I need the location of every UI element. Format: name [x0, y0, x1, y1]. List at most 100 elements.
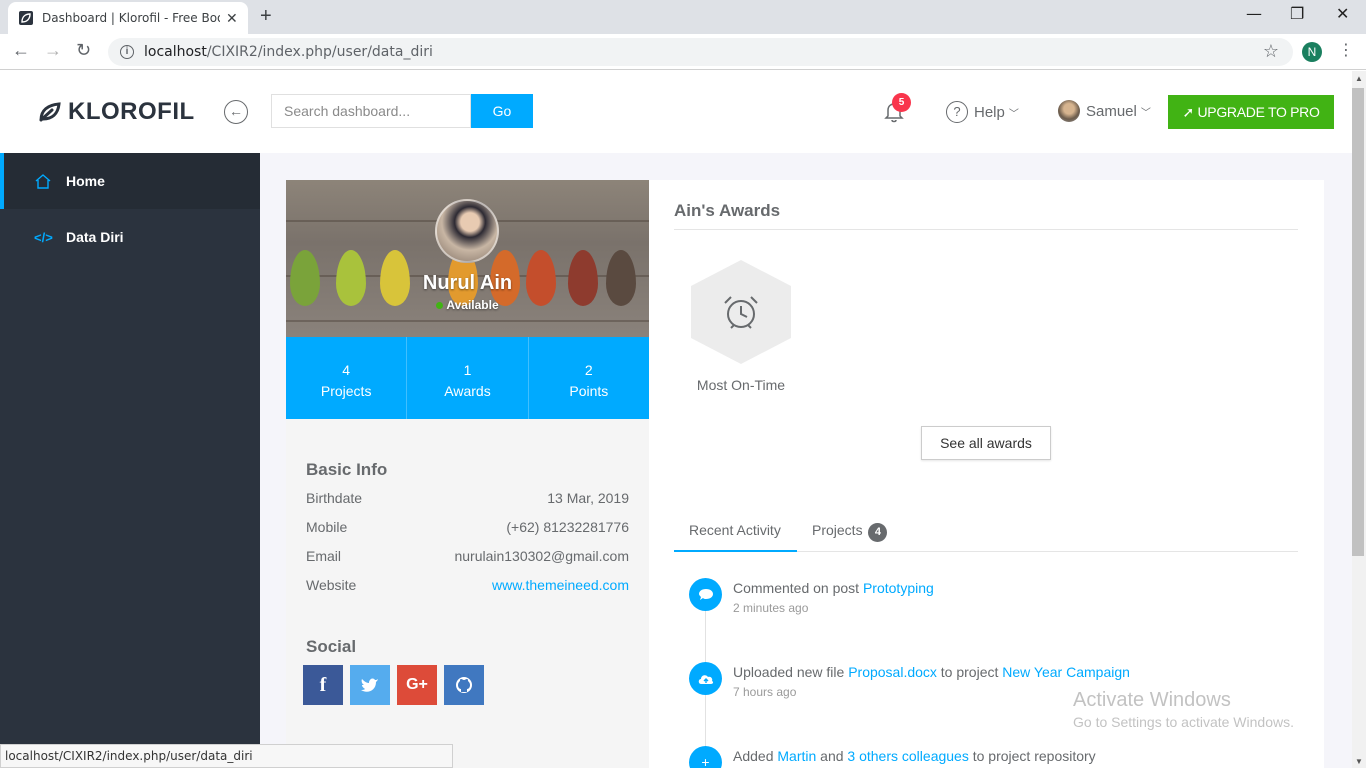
activity-link[interactable]: New Year Campaign [1002, 664, 1130, 680]
github-button[interactable] [444, 665, 484, 705]
brand-logo[interactable]: KLOROFIL [38, 98, 195, 126]
activity-link[interactable]: 3 others colleagues [847, 748, 968, 764]
url-field[interactable]: i localhost/CIXIR2/index.php/user/data_d… [108, 38, 1293, 66]
twitter-icon [361, 678, 378, 692]
user-dropdown[interactable]: Samuel ﹀ [1058, 100, 1151, 122]
tab-recent-activity[interactable]: Recent Activity [689, 522, 781, 538]
google-plus-icon: G+ [406, 676, 428, 693]
info-label: Email [306, 548, 342, 564]
code-icon: </> [34, 229, 53, 245]
award-label: Most On-Time [696, 377, 786, 393]
toggle-sidebar-arrow-icon[interactable]: ← [224, 100, 248, 124]
facebook-icon: f [319, 674, 327, 696]
leaf-logo-icon [39, 102, 61, 122]
active-tab-indicator [674, 550, 797, 552]
user-name: Samuel [1086, 102, 1137, 120]
online-status-dot [436, 302, 444, 309]
tab-projects[interactable]: Projects 4 [812, 522, 888, 542]
sidebar-item-home[interactable]: Home [0, 153, 260, 209]
cloud-upload-icon [689, 662, 722, 695]
brand-name: KLOROFIL [68, 98, 195, 125]
restore-window-icon[interactable]: ❐ [1290, 4, 1304, 23]
info-label: Website [306, 577, 357, 593]
browser-profile-avatar[interactable]: N [1302, 42, 1322, 62]
social-heading: Social [306, 637, 357, 656]
basic-info-heading: Basic Info [306, 460, 388, 479]
klorofil-favicon-icon [19, 11, 33, 25]
google-plus-button[interactable]: G+ [397, 665, 437, 705]
user-avatar [1058, 100, 1080, 122]
twitter-button[interactable] [350, 665, 390, 705]
help-label: Help [974, 103, 1005, 121]
stat-awards: 1 Awards [407, 337, 529, 419]
chevron-down-icon: ﹀ [1008, 108, 1019, 120]
back-arrow-icon[interactable]: ← [12, 40, 30, 61]
activity-link[interactable]: Proposal.docx [848, 664, 937, 680]
alarm-clock-icon [724, 296, 758, 329]
windows-activation-watermark-subtitle: Go to Settings to activate Windows. [1073, 714, 1294, 730]
activity-timestamp: 2 minutes ago [733, 601, 809, 615]
url-path: /CIXIR2/index.php/user/data_diri [206, 44, 433, 60]
info-row-birthdate: Birthdate 13 Mar, 2019 [306, 490, 629, 506]
upgrade-label: UPGRADE TO PRO [1197, 104, 1320, 120]
profile-name: Nurul Ain [422, 272, 513, 294]
comment-icon [689, 578, 722, 611]
chevron-down-icon: ﹀ [1140, 107, 1151, 119]
info-value: (+62) 81232281776 [506, 519, 629, 535]
minimize-window-icon[interactable]: — [1246, 4, 1262, 23]
help-dropdown[interactable]: ? Help ﹀ [946, 101, 1019, 123]
activity-link[interactable]: Prototyping [863, 580, 934, 596]
notification-count-badge: 5 [892, 93, 911, 112]
tab-label: Projects [812, 522, 863, 538]
activity-item-2: Uploaded new file Proposal.docx to proje… [733, 664, 1130, 680]
url-host: localhost [144, 44, 207, 60]
windows-activation-watermark-title: Activate Windows [1073, 689, 1231, 711]
activity-link[interactable]: Martin [777, 748, 816, 764]
stat-label: Points [569, 383, 609, 399]
scroll-down-arrow-icon[interactable]: ▼ [1352, 757, 1366, 766]
stat-points: 2 Points [529, 337, 649, 419]
activity-text: Added [733, 748, 778, 764]
browser-tab-strip: Dashboard | Klorofil - Free Bootstrap Da… [0, 0, 1366, 34]
browser-menu-icon[interactable]: ⋮ [1338, 40, 1354, 60]
new-tab-button[interactable]: + [260, 5, 272, 28]
see-all-awards-button[interactable]: See all awards [921, 426, 1051, 460]
github-icon [456, 677, 472, 693]
reload-icon[interactable]: ↻ [76, 40, 91, 61]
facebook-button[interactable]: f [303, 665, 343, 705]
search-go-button[interactable]: Go [471, 94, 533, 128]
site-info-icon[interactable]: i [120, 45, 134, 59]
scrollbar-thumb[interactable] [1352, 88, 1364, 556]
bookmark-star-icon[interactable]: ☆ [1263, 41, 1279, 62]
scroll-up-arrow-icon[interactable]: ▲ [1352, 74, 1366, 83]
close-window-icon[interactable]: ✕ [1336, 4, 1349, 23]
info-row-website: Website www.themeineed.com [306, 577, 629, 593]
home-icon [35, 174, 51, 189]
sidebar-item-data-diri[interactable]: </> Data Diri [0, 209, 260, 265]
info-row-mobile: Mobile (+62) 81232281776 [306, 519, 629, 535]
forward-arrow-icon[interactable]: → [44, 40, 62, 61]
profile-status: Available [286, 298, 649, 312]
activity-text: and [816, 748, 848, 764]
stat-label: Projects [320, 383, 372, 399]
tab-title: Dashboard | Klorofil - Free Bootstrap Da… [42, 11, 220, 25]
activity-item-3: Added Martin and 3 others colleagues to … [733, 748, 1096, 764]
browser-tab[interactable]: Dashboard | Klorofil - Free Bootstrap Da… [8, 2, 248, 34]
question-circle-icon: ? [946, 101, 968, 123]
search-input[interactable] [271, 94, 471, 128]
stat-value: 1 [463, 362, 472, 378]
sidebar-item-label: Data Diri [66, 229, 124, 245]
top-navbar: KLOROFIL ← Go 5 ? Help ﹀ Samuel ﹀ ➚ UPGR… [0, 71, 1352, 153]
sidebar: Home </> Data Diri [0, 153, 260, 768]
profile-stats: 4 Projects 1 Awards 2 Points [286, 337, 649, 419]
rocket-icon: ➚ [1182, 104, 1194, 120]
website-link[interactable]: www.themeineed.com [492, 577, 629, 593]
activity-text: Uploaded new file [733, 664, 849, 680]
activity-text: to project repository [968, 748, 1096, 764]
upgrade-to-pro-button[interactable]: ➚ UPGRADE TO PRO [1168, 95, 1334, 129]
profile-avatar [435, 199, 499, 263]
tab-close-icon[interactable]: ✕ [226, 10, 238, 27]
awards-divider [674, 229, 1298, 230]
info-value: 13 Mar, 2019 [547, 490, 629, 506]
info-value: nurulain130302@gmail.com [454, 548, 629, 564]
